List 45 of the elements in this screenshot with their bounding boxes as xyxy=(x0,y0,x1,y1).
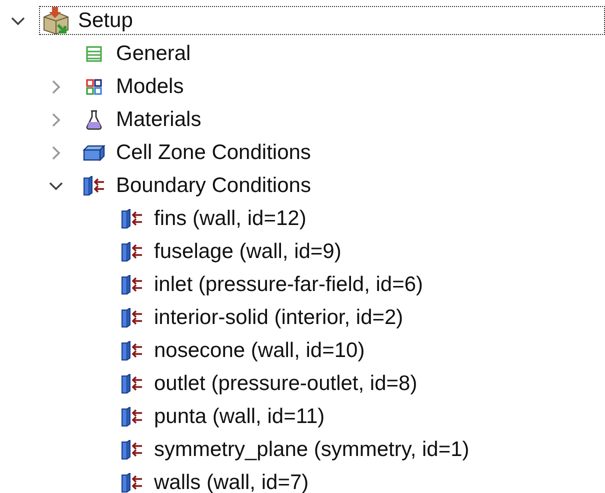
tree-item[interactable]: walls (wall, id=7) xyxy=(115,468,605,493)
wall-arrows-icon xyxy=(121,472,143,492)
box-icon xyxy=(41,6,71,36)
item-label: Cell Zone Conditions xyxy=(116,140,311,164)
tree-item[interactable]: Setup xyxy=(39,6,605,35)
tree-item[interactable]: Cell Zone Conditions xyxy=(77,138,605,167)
block-icon xyxy=(83,144,105,160)
tree-item[interactable]: inlet (pressure-far-field, id=6) xyxy=(115,270,605,299)
tree-item[interactable]: General xyxy=(77,39,605,68)
wall-arrows-icon xyxy=(121,274,143,294)
tree-item[interactable]: fuselage (wall, id=9) xyxy=(115,237,605,266)
tree-item[interactable]: outlet (pressure-outlet, id=8) xyxy=(115,369,605,398)
item-label: interior-solid (interior, id=2) xyxy=(154,306,404,330)
item-label: walls (wall, id=7) xyxy=(154,470,309,493)
tree-item[interactable]: fins (wall, id=12) xyxy=(115,204,605,233)
tree-item[interactable]: punta (wall, id=11) xyxy=(115,402,605,431)
wall-arrows-icon xyxy=(121,308,143,328)
tree-item[interactable]: symmetry_plane (symmetry, id=1) xyxy=(115,435,605,464)
item-label: fins (wall, id=12) xyxy=(154,206,306,230)
item-label: outlet (pressure-outlet, id=8) xyxy=(154,372,418,396)
item-label: symmetry_plane (symmetry, id=1) xyxy=(154,438,470,462)
flask-icon xyxy=(85,110,103,130)
item-label: Materials xyxy=(116,108,202,132)
item-label: fuselage (wall, id=9) xyxy=(154,240,342,264)
wall-arrows-icon xyxy=(121,406,143,426)
tree-item[interactable]: Materials xyxy=(77,105,605,134)
list-icon xyxy=(85,44,103,62)
tree-item[interactable]: Models xyxy=(77,72,605,101)
tree-item[interactable]: Boundary Conditions xyxy=(77,171,605,200)
squares-icon xyxy=(85,78,103,96)
item-label: General xyxy=(116,42,191,66)
item-label: punta (wall, id=11) xyxy=(154,404,325,428)
wall-arrows-icon xyxy=(83,176,105,196)
tree-item[interactable]: interior-solid (interior, id=2) xyxy=(115,303,605,332)
wall-arrows-icon xyxy=(121,208,143,228)
tree-item[interactable]: nosecone (wall, id=10) xyxy=(115,336,605,365)
item-label: Boundary Conditions xyxy=(116,174,311,198)
item-label: nosecone (wall, id=10) xyxy=(154,338,365,362)
item-label: Models xyxy=(116,74,184,98)
wall-arrows-icon xyxy=(121,374,143,394)
wall-arrows-icon xyxy=(121,340,143,360)
item-label: Setup xyxy=(78,8,133,32)
item-label: inlet (pressure-far-field, id=6) xyxy=(154,272,424,296)
wall-arrows-icon xyxy=(121,440,143,460)
wall-arrows-icon xyxy=(121,242,143,262)
